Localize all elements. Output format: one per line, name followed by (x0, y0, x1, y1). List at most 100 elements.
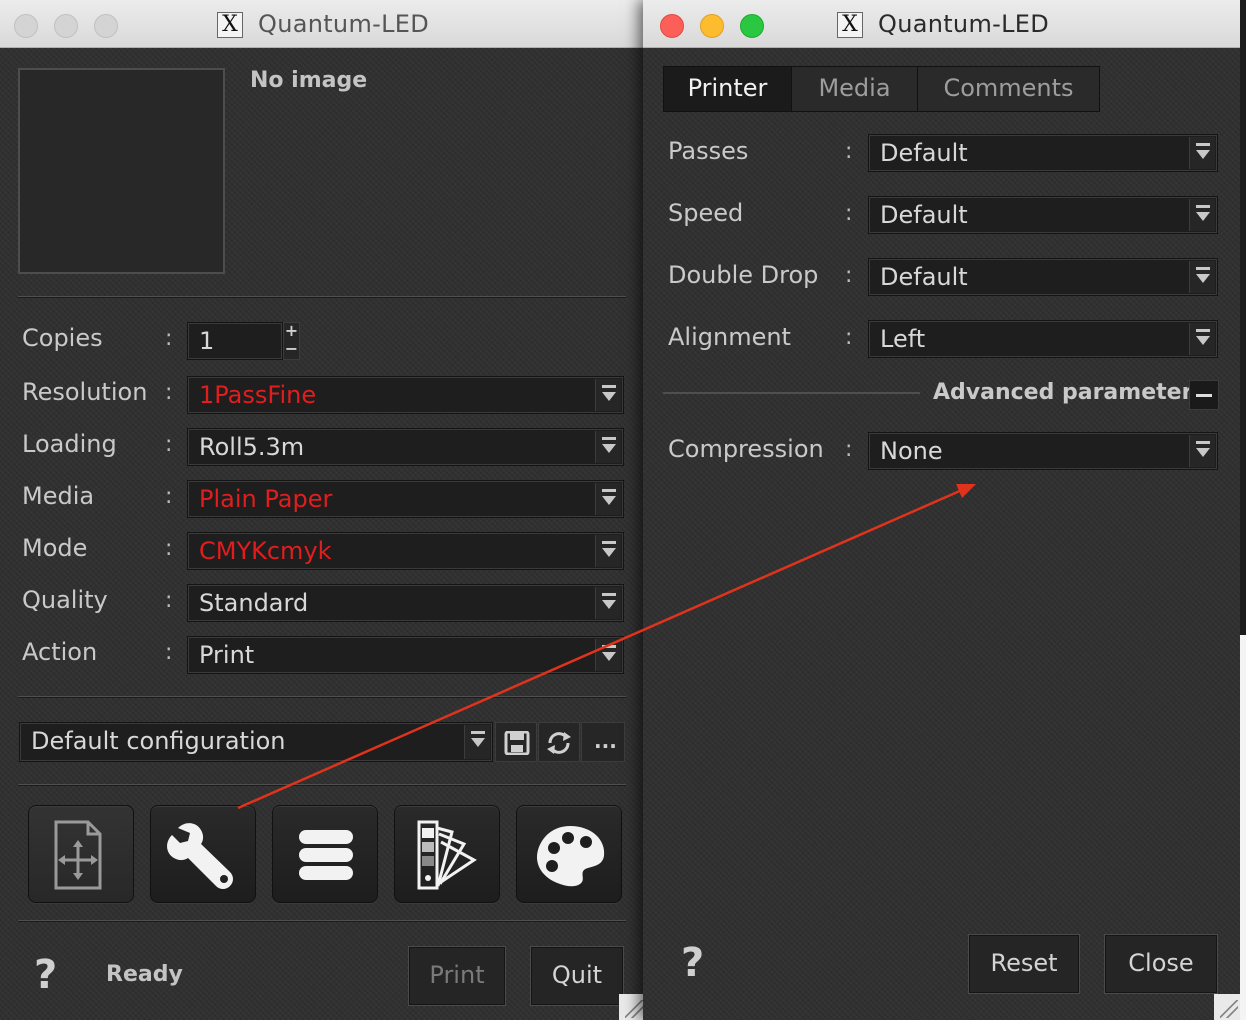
help-icon[interactable]: ? (34, 952, 57, 998)
minimize-window-button[interactable] (54, 14, 78, 38)
dropdown-arrow-icon[interactable] (595, 379, 621, 411)
loading-label: Loading (22, 430, 117, 458)
configuration-select[interactable]: Default configuration (19, 722, 493, 762)
dropdown-arrow-icon[interactable] (1189, 323, 1215, 355)
resize-grip-icon[interactable] (1214, 994, 1240, 1020)
preview-placeholder-text: No image (250, 68, 368, 93)
quality-label: Quality (22, 586, 108, 614)
mode-label: Mode (22, 534, 88, 562)
minimize-window-button[interactable] (700, 14, 724, 38)
alignment-select[interactable]: Left (868, 320, 1218, 358)
close-window-button[interactable] (14, 14, 38, 38)
settings-window-body: Printer Media Comments Passes : Default … (643, 48, 1240, 1020)
queue-button[interactable] (272, 805, 378, 903)
colon: : (165, 380, 173, 405)
dropdown-arrow-icon[interactable] (595, 483, 621, 515)
resolution-value: 1PassFine (199, 381, 317, 409)
printer-settings-window: X Quantum-LED Printer Media Comments Pas… (643, 0, 1240, 1020)
layout-button[interactable] (28, 805, 134, 903)
colon: : (165, 484, 173, 509)
tab-printer[interactable]: Printer (664, 67, 792, 111)
settings-window-titlebar[interactable]: X Quantum-LED (643, 0, 1240, 48)
speed-select[interactable]: Default (868, 196, 1218, 234)
status-text: Ready (106, 962, 183, 987)
refresh-icon (547, 732, 571, 754)
compression-label: Compression (668, 435, 824, 463)
collapse-icon[interactable] (1189, 380, 1219, 410)
resolution-select[interactable]: 1PassFine (187, 376, 624, 414)
configuration-more-button[interactable]: ... (581, 722, 625, 762)
quality-select[interactable]: Standard (187, 584, 624, 622)
dropdown-arrow-icon[interactable] (595, 587, 621, 619)
more-label: ... (594, 729, 617, 753)
speed-value: Default (880, 201, 968, 229)
settings-tabs: Printer Media Comments (663, 66, 1100, 112)
resize-grip-icon[interactable] (619, 994, 645, 1020)
palette-button[interactable] (516, 805, 622, 903)
help-icon[interactable]: ? (681, 940, 704, 986)
layout-move-icon (54, 820, 102, 890)
dropdown-arrow-icon[interactable] (464, 725, 490, 759)
copies-stepper[interactable]: + − (283, 322, 300, 360)
media-value: Plain Paper (199, 485, 333, 513)
double-drop-value: Default (880, 263, 968, 291)
action-select[interactable]: Print (187, 636, 624, 674)
zoom-window-button[interactable] (740, 14, 764, 38)
dropdown-arrow-icon[interactable] (1189, 199, 1215, 231)
colon: : (845, 201, 853, 226)
dropdown-arrow-icon[interactable] (595, 535, 621, 567)
compression-select[interactable]: None (868, 432, 1218, 470)
media-select[interactable]: Plain Paper (187, 480, 624, 518)
colon: : (845, 325, 853, 350)
window-title: Quantum-LED (878, 10, 1049, 38)
action-value: Print (199, 641, 255, 669)
main-window: X Quantum-LED No image Copies : 1 + − Re… (0, 0, 645, 1020)
color-swatch-icon (417, 820, 477, 890)
tab-media[interactable]: Media (792, 67, 918, 111)
copies-value: 1 (199, 327, 215, 355)
dropdown-arrow-icon[interactable] (1189, 435, 1215, 467)
colon: : (165, 536, 173, 561)
print-button[interactable]: Print (408, 946, 506, 1006)
dropdown-arrow-icon[interactable] (1189, 137, 1215, 169)
stack-icon (299, 830, 353, 880)
close-button[interactable]: Close (1104, 934, 1218, 994)
color-swatch-button[interactable] (394, 805, 500, 903)
colon: : (165, 326, 173, 351)
main-window-titlebar[interactable]: X Quantum-LED (0, 0, 645, 48)
double-drop-select[interactable]: Default (868, 258, 1218, 296)
alignment-value: Left (880, 325, 926, 353)
zoom-window-button[interactable] (94, 14, 118, 38)
double-drop-label: Double Drop (668, 261, 819, 289)
copies-input[interactable]: 1 (187, 322, 283, 360)
background-window-content (1240, 635, 1246, 1020)
dropdown-arrow-icon[interactable] (595, 431, 621, 463)
x11-logo-icon: X (837, 12, 863, 38)
reset-button[interactable]: Reset (968, 934, 1080, 994)
close-window-button[interactable] (660, 14, 684, 38)
colon: : (165, 588, 173, 613)
main-window-body: No image Copies : 1 + − Resolution : 1Pa… (0, 48, 645, 1020)
tab-comments[interactable]: Comments (918, 67, 1099, 111)
loading-select[interactable]: Roll5.3m (187, 428, 624, 466)
colon: : (165, 432, 173, 457)
decrement-icon[interactable]: − (284, 341, 299, 359)
settings-button[interactable] (150, 805, 256, 903)
colon: : (165, 640, 173, 665)
quit-button[interactable]: Quit (530, 946, 624, 1006)
passes-select[interactable]: Default (868, 134, 1218, 172)
x11-logo-icon: X (217, 12, 243, 38)
configuration-value: Default configuration (31, 727, 286, 755)
dropdown-arrow-icon[interactable] (1189, 261, 1215, 293)
compression-value: None (880, 437, 943, 465)
dropdown-arrow-icon[interactable] (595, 639, 621, 671)
reload-configuration-button[interactable] (538, 722, 580, 762)
quality-value: Standard (199, 589, 309, 617)
divider (18, 920, 626, 922)
preview-thumbnail (18, 68, 225, 274)
passes-value: Default (880, 139, 968, 167)
loading-value: Roll5.3m (199, 433, 305, 461)
save-configuration-button[interactable] (495, 722, 537, 762)
mode-select[interactable]: CMYKcmyk (187, 532, 624, 570)
resolution-label: Resolution (22, 378, 148, 406)
